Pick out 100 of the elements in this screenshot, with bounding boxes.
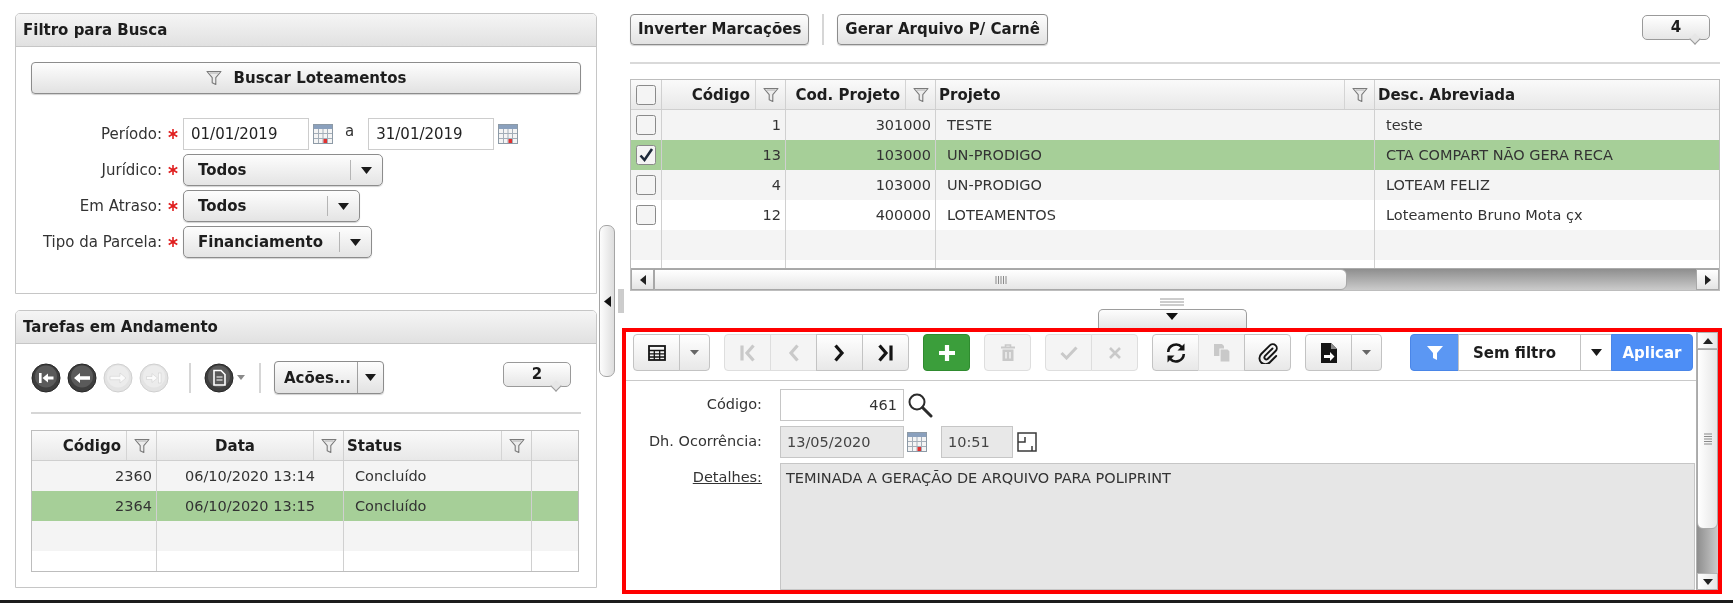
checkmark-icon xyxy=(1059,345,1078,360)
field-label: Jurídico: xyxy=(101,161,162,179)
x-mark-icon xyxy=(1107,345,1122,360)
checkbox[interactable] xyxy=(636,175,656,195)
field-label: Dh. Ocorrência: xyxy=(648,433,762,451)
calendar-icon[interactable] xyxy=(313,124,333,144)
scroll-down-button[interactable] xyxy=(1697,573,1718,590)
vertical-scrollbar[interactable] xyxy=(1696,332,1718,590)
checkbox[interactable] xyxy=(636,84,656,105)
skip-to-end-icon xyxy=(139,362,169,393)
scroll-thumb[interactable] xyxy=(654,269,1347,290)
splitter-handle[interactable] xyxy=(599,225,615,377)
scroll-right-button[interactable] xyxy=(1696,269,1719,290)
table-row[interactable]: 4 103000 UN-PRODIGO LOTEAM FELIZ xyxy=(631,170,1719,200)
document-menu-button[interactable] xyxy=(204,362,245,393)
filter-icon[interactable] xyxy=(133,437,150,454)
panel-title: Tarefas em Andamento xyxy=(16,311,596,344)
scroll-thumb[interactable] xyxy=(1697,349,1718,529)
column-header[interactable]: Data xyxy=(215,436,255,455)
first-button[interactable] xyxy=(31,362,61,393)
table-cell-text: CTA COMPART NÃO GERA RECA xyxy=(1385,146,1614,165)
column-header[interactable]: Código xyxy=(691,85,755,104)
collapse-button[interactable] xyxy=(1097,309,1247,328)
splitter-grip-icon[interactable] xyxy=(1160,298,1184,306)
caret-down-icon xyxy=(338,202,349,210)
table-cell-text: teste xyxy=(1385,116,1424,135)
calendar-icon[interactable] xyxy=(498,124,519,144)
column-header[interactable]: Status xyxy=(344,436,402,455)
toolbar-button[interactable]: Inverter Marcações xyxy=(630,14,810,45)
calendar-icon[interactable] xyxy=(907,432,927,452)
field-label: Período: xyxy=(101,125,162,143)
checkbox[interactable] xyxy=(636,205,656,225)
refresh-button[interactable] xyxy=(1152,334,1199,371)
attach-button[interactable] xyxy=(1244,334,1291,371)
picker-box-icon[interactable] xyxy=(1017,432,1037,452)
export-button[interactable] xyxy=(1305,334,1352,371)
table-cell-text: LOTEAM FELIZ xyxy=(1385,176,1491,195)
table-row[interactable]: 2364 06/10/2020 13:15 Concluído xyxy=(32,491,578,521)
table-grid-icon xyxy=(647,344,666,361)
dropdown-toggle-button[interactable] xyxy=(679,334,710,371)
caret-down-icon xyxy=(350,238,361,246)
checkbox[interactable] xyxy=(636,145,656,165)
table-row[interactable]: 1 301000 TESTE teste xyxy=(631,110,1719,140)
chevron-left-icon xyxy=(788,343,799,362)
next-record-button[interactable] xyxy=(816,334,863,371)
range-separator-label: a xyxy=(345,122,355,140)
checkbox[interactable] xyxy=(636,115,656,135)
date-field[interactable]: 31/01/2019 xyxy=(368,118,495,150)
code-field[interactable]: 461 xyxy=(780,389,904,421)
search-button[interactable]: Buscar Loteamentos xyxy=(31,62,581,94)
caret-left-icon xyxy=(639,274,646,285)
last-record-button[interactable] xyxy=(862,334,909,371)
caret-up-icon xyxy=(1702,337,1713,344)
arrow-left-icon xyxy=(67,362,97,393)
caret-down-icon xyxy=(1702,578,1713,585)
date-field[interactable]: 01/01/2019 xyxy=(183,118,309,150)
filter-icon[interactable] xyxy=(1351,86,1368,103)
filter-icon[interactable] xyxy=(320,437,337,454)
dropdown-toggle-button[interactable] xyxy=(1351,334,1382,371)
caret-down-icon xyxy=(690,350,699,355)
splitter-grip-icon[interactable] xyxy=(618,289,624,313)
previous-button[interactable] xyxy=(67,362,97,393)
add-button[interactable] xyxy=(923,334,970,371)
caret-down-icon xyxy=(1590,349,1602,356)
grid-view-button[interactable] xyxy=(633,334,680,371)
grip-icon xyxy=(1703,433,1712,445)
table-row[interactable]: 13 103000 UN-PRODIGO CTA COMPART NÃO GERA RECA xyxy=(631,140,1719,170)
field-label: Código: xyxy=(706,396,762,414)
copy-icon xyxy=(1212,342,1231,363)
toolbar-button[interactable]: Gerar Arquivo P/ Carnê xyxy=(837,14,1048,45)
caret-down-icon xyxy=(365,374,376,381)
trash-icon xyxy=(999,343,1016,362)
column-header[interactable]: Cod. Projeto xyxy=(795,85,905,104)
dropdown[interactable]: Todos xyxy=(183,154,383,186)
filter-button[interactable] xyxy=(1410,334,1459,371)
table-row[interactable]: 2360 06/10/2020 13:14 Concluído xyxy=(32,461,578,491)
caret-down-icon xyxy=(1362,350,1371,355)
caret-down-icon xyxy=(237,375,245,380)
filter-dropdown[interactable]: Sem filtro xyxy=(1458,334,1612,371)
refresh-icon xyxy=(1164,341,1187,364)
skip-to-start-icon xyxy=(31,362,61,393)
scroll-left-button[interactable] xyxy=(631,269,654,290)
field-label: Tipo da Parcela: xyxy=(42,233,162,251)
filter-icon[interactable] xyxy=(762,86,779,103)
document-arrow-icon xyxy=(1319,341,1338,364)
column-header[interactable]: Código xyxy=(62,436,126,455)
scroll-up-button[interactable] xyxy=(1697,332,1718,349)
horizontal-scrollbar[interactable] xyxy=(631,268,1719,290)
search-icon[interactable] xyxy=(907,392,933,418)
dropdown[interactable]: Todos xyxy=(183,190,360,222)
caret-down-icon xyxy=(1166,313,1178,320)
actions-button[interactable]: Acões... xyxy=(274,361,384,394)
filter-icon[interactable] xyxy=(508,437,525,454)
column-header[interactable]: Projeto xyxy=(936,85,1001,104)
filter-icon[interactable] xyxy=(912,86,929,103)
arrow-right-icon xyxy=(103,362,133,393)
dropdown[interactable]: Financiamento xyxy=(183,226,372,258)
filter-icon xyxy=(1425,343,1444,362)
column-header[interactable]: Desc. Abreviada xyxy=(1375,85,1516,104)
skip-to-end-icon xyxy=(877,343,894,362)
